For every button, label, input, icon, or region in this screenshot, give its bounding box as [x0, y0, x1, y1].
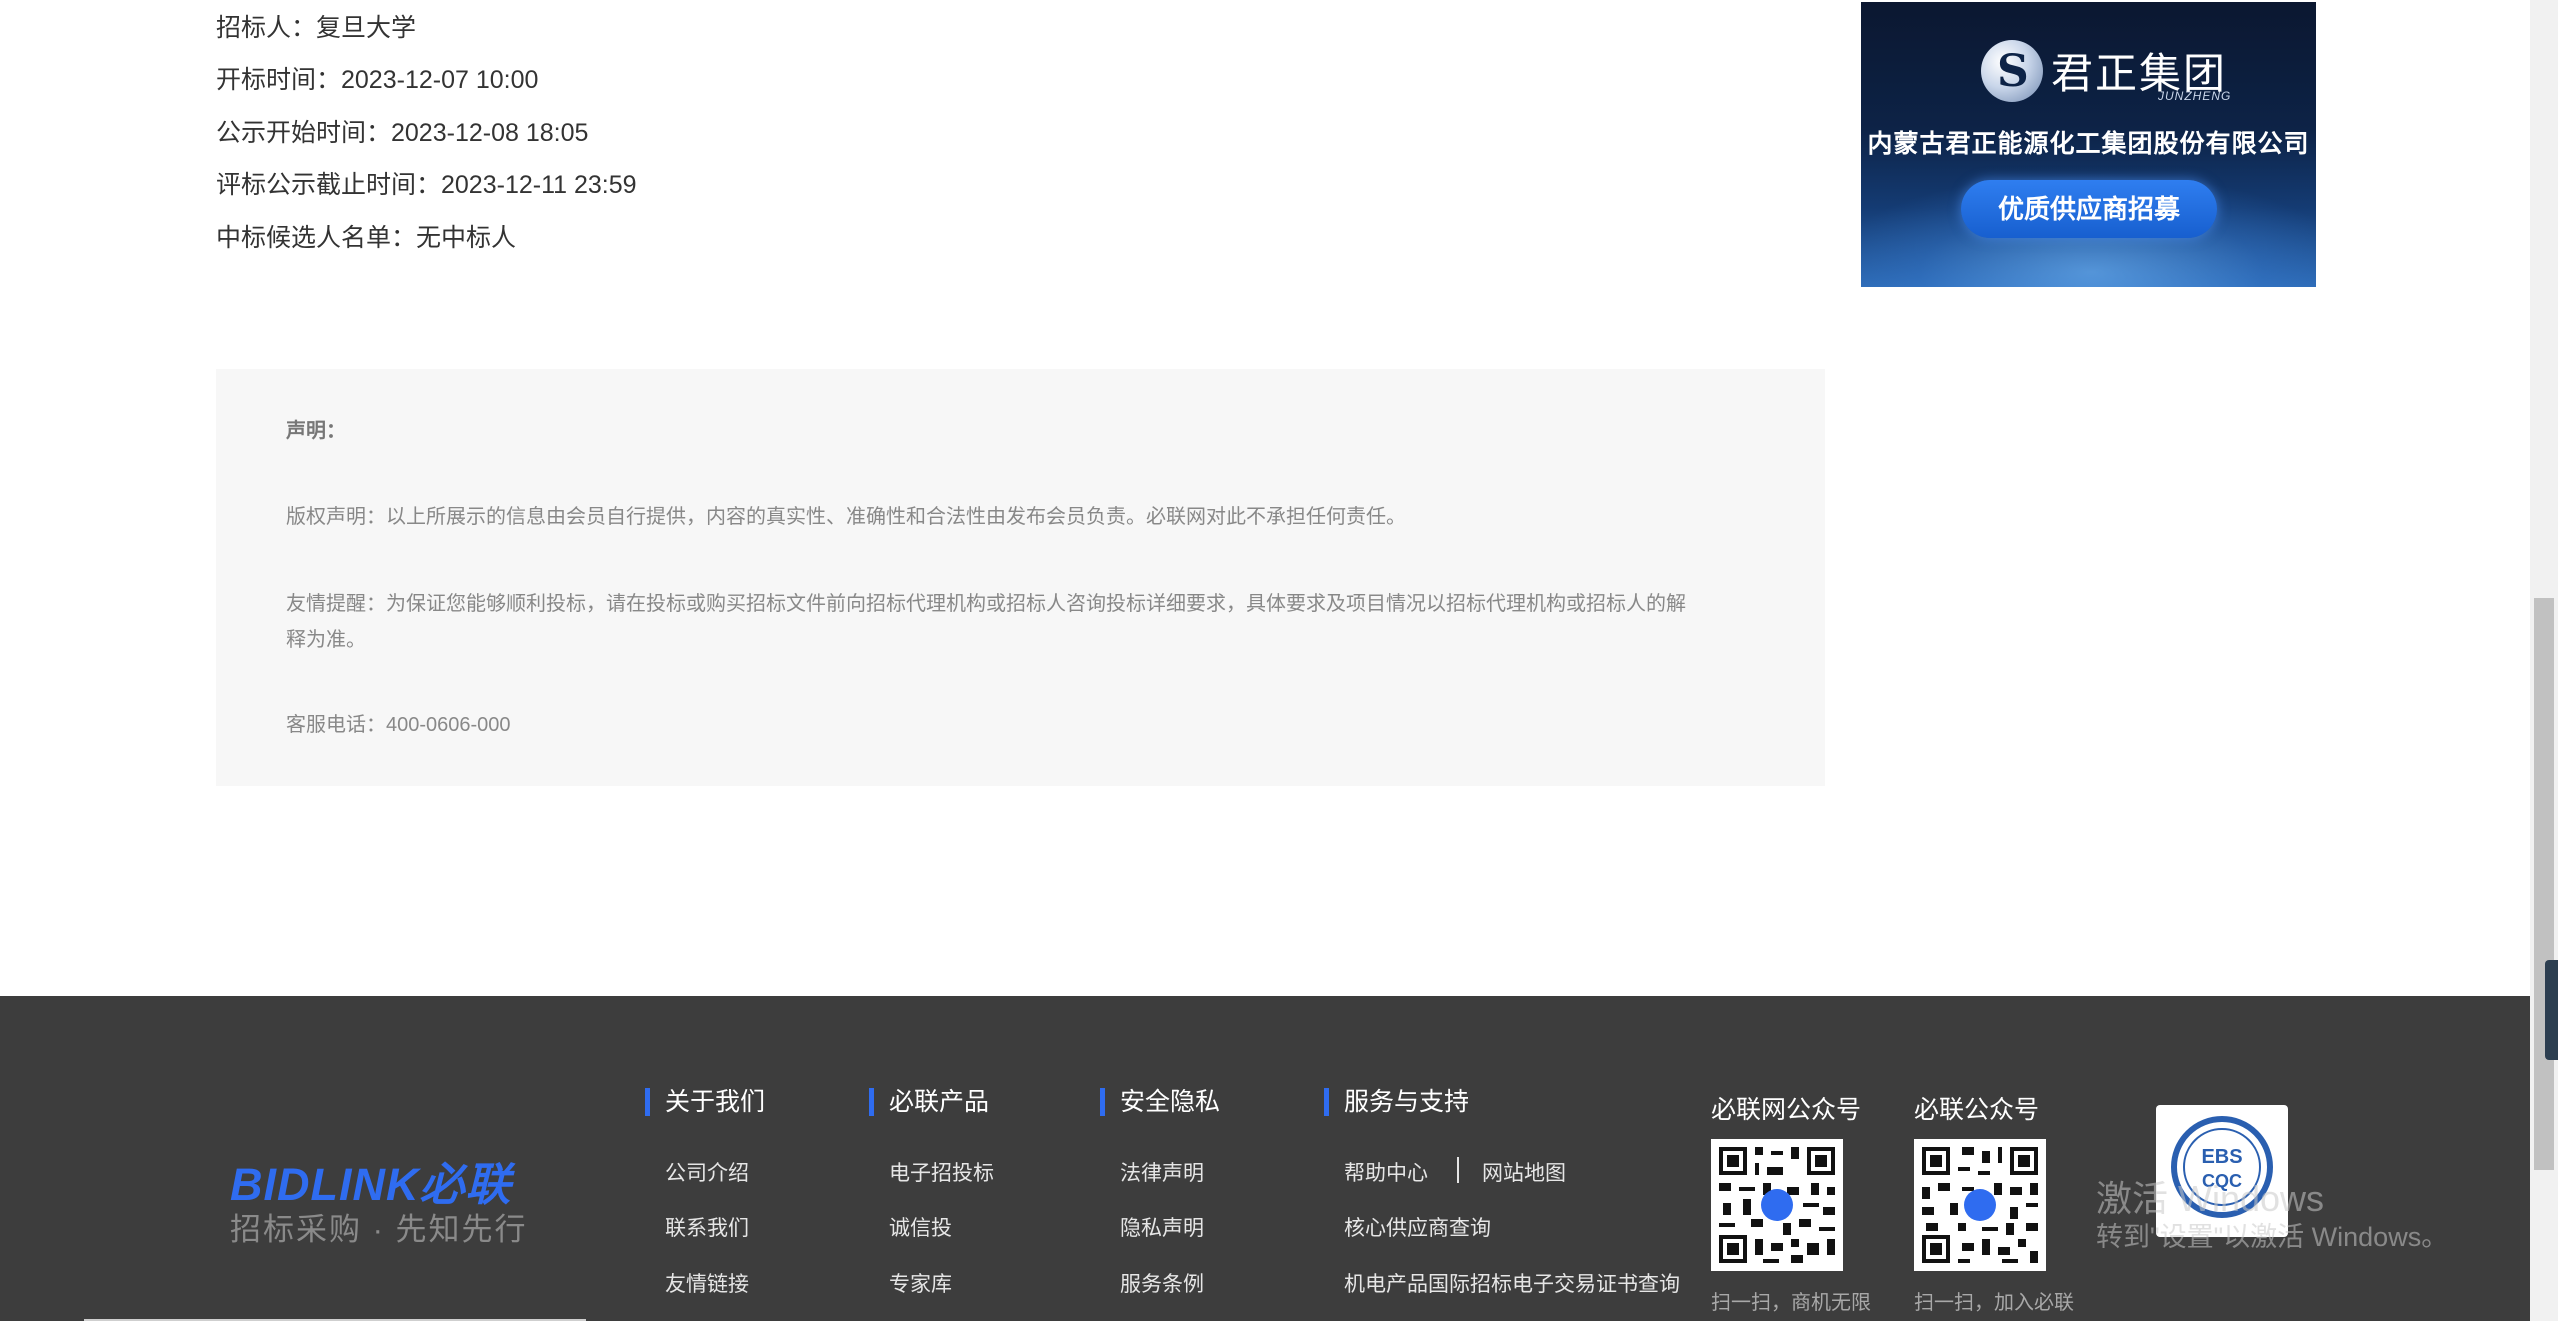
service-hotline: 客服电话：400-0606-000: [286, 714, 511, 736]
ad-company: 内蒙古君正能源化工集团股份有限公司: [1867, 130, 2310, 158]
link-friend-links[interactable]: 友情链接: [665, 1268, 749, 1298]
reminder-line-1: 友情提醒：为保证您能够顺利投标，请在投标或购买招标文件前向招标代理机构或招标人咨…: [286, 593, 1686, 615]
supplier-recruit-button[interactable]: 优质供应商招募: [1961, 180, 2217, 238]
svg-text:EBS: EBS: [2201, 1146, 2242, 1168]
footer-title-products: 必联产品: [869, 1088, 989, 1116]
link-cert-query[interactable]: 机电产品国际招标电子交易证书查询: [1344, 1268, 1680, 1298]
link-expert-db[interactable]: 专家库: [889, 1268, 952, 1298]
disclaimer-box: 声明： 版权声明：以上所展示的信息由会员自行提供，内容的真实性、准确性和合法性由…: [216, 369, 1825, 786]
info-bidder: 招标人：复旦大学: [216, 14, 417, 42]
info-open-time: 开标时间：2023-12-07 10:00: [216, 66, 539, 94]
qr-code-icon: [1914, 1139, 2046, 1271]
link-e-bidding[interactable]: 电子招投标: [889, 1157, 994, 1187]
footer-title-about: 关于我们: [645, 1088, 765, 1116]
qr-code-icon: [1711, 1139, 1843, 1271]
qr-code-bidlink: [1914, 1139, 2046, 1271]
qr-title-bidlink: 必联公众号: [1914, 1096, 2040, 1124]
windows-activation-hint: 转到"设置"以激活 Windows。: [2096, 1222, 2449, 1252]
link-service-terms[interactable]: 服务条例: [1120, 1268, 1204, 1298]
qr-code-bidlink-net: [1711, 1139, 1843, 1271]
qr-title-bidlink-net: 必联网公众号: [1711, 1096, 1862, 1124]
bidlink-slogan: 招标采购 · 先知先行: [230, 1212, 528, 1247]
disclaimer-heading: 声明：: [286, 420, 346, 442]
link-core-supplier[interactable]: 核心供应商查询: [1344, 1212, 1491, 1242]
junzheng-logo-mark: S: [1997, 46, 2029, 97]
reminder-line-2: 释为准。: [286, 629, 366, 651]
footer-title-support: 服务与支持: [1324, 1088, 1469, 1116]
info-publicity-start: 公示开始时间：2023-12-08 18:05: [216, 119, 589, 147]
link-help-center[interactable]: 帮助中心: [1344, 1157, 1428, 1187]
ad-banner[interactable]: S 君正集团 JUNZHENG 内蒙古君正能源化工集团股份有限公司 优质供应商招…: [1861, 2, 2316, 287]
footer-divider: [1457, 1157, 1459, 1183]
info-candidates: 中标候选人名单：无中标人: [216, 224, 517, 252]
link-company-intro[interactable]: 公司介绍: [665, 1157, 749, 1187]
link-privacy[interactable]: 隐私声明: [1120, 1212, 1204, 1242]
qr-caption-bidlink: 扫一扫，加入必联: [1914, 1292, 2074, 1314]
link-credit-bid[interactable]: 诚信投: [889, 1212, 952, 1242]
copyright-statement: 版权声明：以上所展示的信息由会员自行提供，内容的真实性、准确性和合法性由发布会员…: [286, 506, 1406, 528]
link-site-map[interactable]: 网站地图: [1482, 1157, 1566, 1187]
site-footer: BIDLINK必联 招标采购 · 先知先行: [0, 996, 2530, 1321]
footer-title-security: 安全隐私: [1100, 1088, 1220, 1116]
qr-caption-bidlink-net: 扫一扫，商机无限: [1711, 1292, 1871, 1314]
ad-brand-en: JUNZHENG: [2158, 89, 2232, 103]
page-scrollbar-thumb[interactable]: [2534, 598, 2554, 1170]
link-contact-us[interactable]: 联系我们: [665, 1212, 749, 1242]
side-float-widget[interactable]: [2545, 960, 2558, 1060]
info-publicity-end: 评标公示截止时间：2023-12-11 23:59: [216, 171, 637, 199]
link-legal[interactable]: 法律声明: [1120, 1157, 1204, 1187]
